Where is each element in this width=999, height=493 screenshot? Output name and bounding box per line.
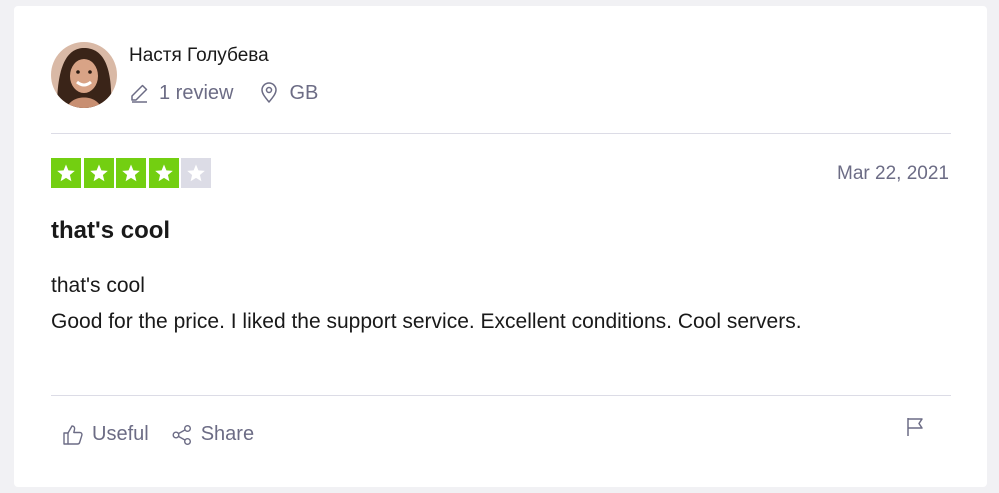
star-icon [57,164,75,182]
star-icon [187,164,205,182]
divider [51,395,951,396]
reviewer-header: Настя Голубева 1 review GB [51,42,318,108]
reviewer-info: Настя Голубева 1 review GB [129,42,318,105]
star-icon [122,164,140,182]
location-pin-icon [261,82,278,103]
star-filled [148,158,179,188]
review-title[interactable]: that's cool [51,216,170,246]
star-filled [83,158,114,188]
review-card: Настя Голубева 1 review GB Mar 22, 2021 … [14,6,987,487]
share-button[interactable]: Share [171,423,254,446]
review-count: 1 review [129,81,233,105]
star-empty [181,158,211,188]
review-body-line: that's cool [51,274,145,297]
reviewer-meta: 1 review GB [129,81,318,105]
review-body-line: Good for the price. I liked the support … [51,310,802,333]
share-label: Share [200,423,255,445]
share-icon [172,424,191,445]
star-icon [89,164,108,182]
star-filled [51,158,81,188]
pencil-icon [131,84,148,103]
avatar[interactable] [51,42,117,108]
reviewer-name[interactable]: Настя Голубева [129,45,318,67]
star-filled [116,158,146,188]
country-label: GB [289,82,319,104]
review-actions: Useful Share [62,423,254,446]
reviewer-country: GB [259,81,318,105]
review-body: that's cool Good for the price. I liked … [51,268,911,340]
star-rating [51,158,214,188]
review-count-label: 1 review [159,82,234,104]
useful-label: Useful [92,423,149,445]
report-flag-button[interactable] [905,416,925,443]
flag-icon [907,418,923,436]
star-icon [154,164,173,182]
review-date: Mar 22, 2021 [837,163,949,184]
useful-button[interactable]: Useful [62,423,149,446]
divider [51,133,951,134]
thumbs-up-icon [63,424,83,445]
